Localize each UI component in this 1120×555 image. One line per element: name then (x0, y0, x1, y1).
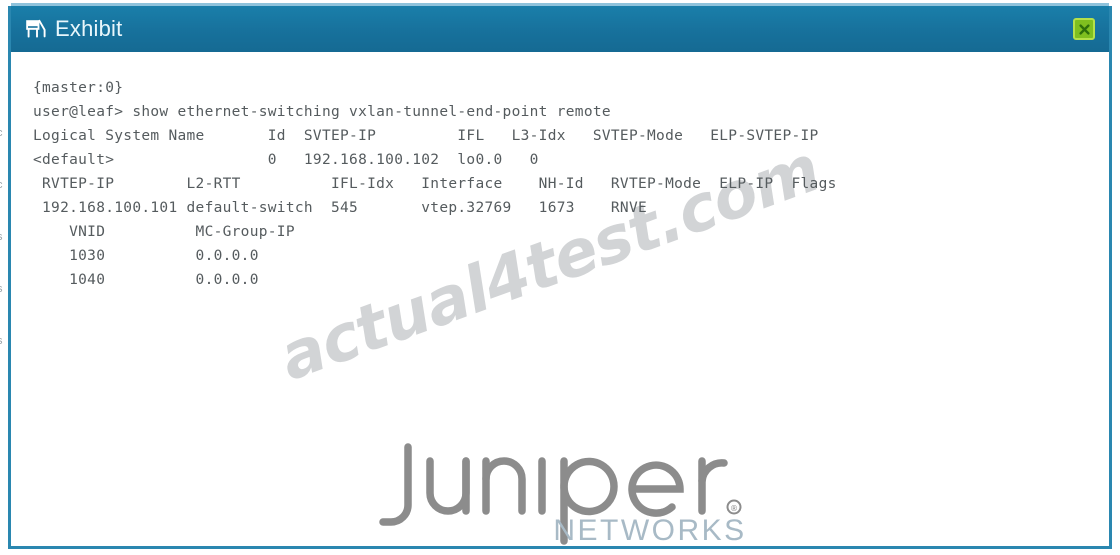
terminal-output: {master:0} user@leaf> show ethernet-swit… (33, 80, 837, 288)
juniper-tagline: NETWORKS (553, 514, 746, 546)
margin-glyph: s (0, 284, 3, 295)
dialog-title-text: Exhibit (55, 16, 123, 41)
exhibit-easel-icon (23, 18, 47, 40)
dialog-title-bar: Exhibit (11, 3, 1109, 52)
registered-mark: ® (730, 504, 738, 513)
left-margin-artifacts: c c s s s (0, 0, 8, 555)
margin-glyph: s (0, 336, 3, 347)
title-bar-left-group: Exhibit (23, 18, 122, 40)
margin-glyph: c (0, 128, 3, 139)
juniper-wordmark-icon: ® NETWORKS (379, 443, 746, 546)
margin-glyph: c (0, 180, 3, 191)
dialog-body: {master:0} user@leaf> show ethernet-swit… (11, 52, 1109, 546)
close-x-icon (1078, 23, 1090, 35)
close-button[interactable] (1073, 18, 1095, 40)
exhibit-dialog: Exhibit {master:0} user@leaf> show ether… (8, 3, 1112, 549)
margin-glyph: s (0, 232, 3, 243)
juniper-logo: ® NETWORKS (350, 431, 770, 546)
